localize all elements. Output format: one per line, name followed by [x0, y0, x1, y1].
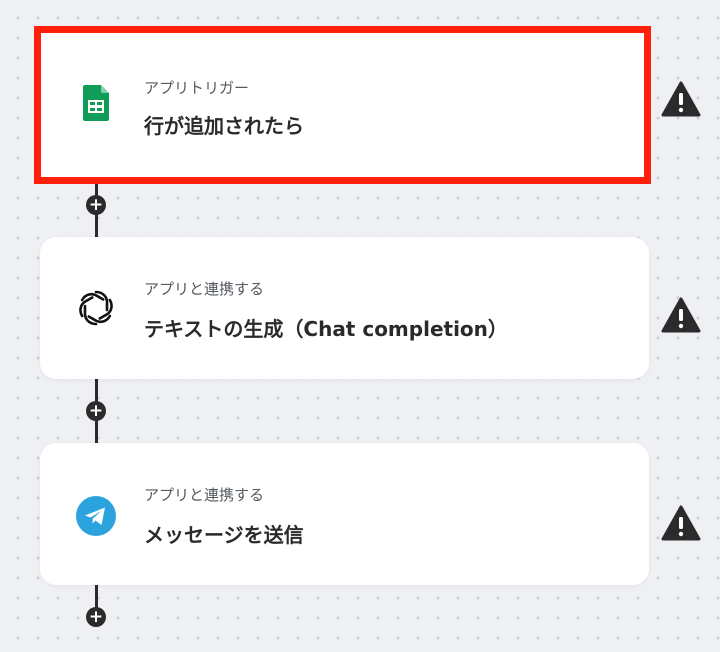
step-card-telegram[interactable]: アプリと連携する メッセージを送信 — [40, 443, 649, 585]
step-card-trigger[interactable]: アプリトリガー 行が追加されたら — [34, 26, 651, 184]
warning-icon[interactable] — [661, 297, 701, 333]
step-card-openai[interactable]: アプリと連携する テキストの生成（Chat completion） — [40, 237, 649, 379]
step-subtitle: アプリと連携する — [144, 280, 265, 298]
add-step-button[interactable]: + — [86, 195, 106, 215]
step-title: 行が追加されたら — [144, 114, 304, 138]
google-sheets-icon — [83, 85, 109, 121]
warning-icon[interactable] — [661, 81, 701, 117]
step-title: テキストの生成（Chat completion） — [144, 317, 508, 341]
step-title: メッセージを送信 — [144, 523, 304, 547]
step-subtitle: アプリトリガー — [144, 79, 250, 97]
add-step-button[interactable]: + — [86, 401, 106, 421]
warning-icon[interactable] — [661, 505, 701, 541]
openai-icon — [79, 290, 113, 326]
add-step-button[interactable]: + — [86, 607, 106, 627]
step-subtitle: アプリと連携する — [144, 486, 265, 504]
telegram-icon — [76, 496, 116, 536]
